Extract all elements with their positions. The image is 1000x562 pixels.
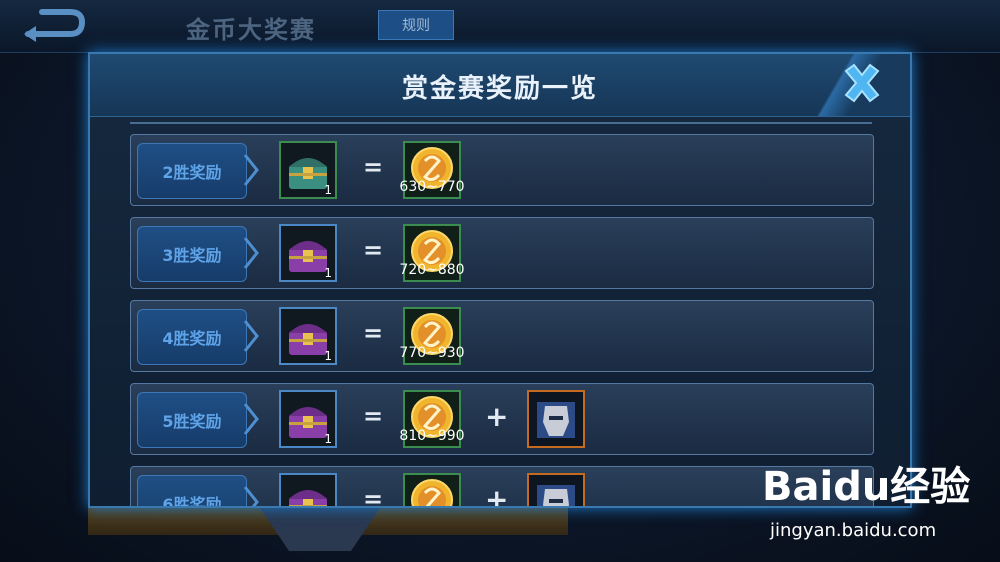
plus-sign: + <box>485 483 509 508</box>
page-title: 金币大奖赛 <box>186 16 316 44</box>
chest-quantity: 1 <box>324 432 332 446</box>
reward-tier-label: 2胜奖励 <box>137 143 247 199</box>
equals-sign: = <box>363 319 384 347</box>
coin-range: 770~930 <box>399 345 465 361</box>
reward-row: 5胜奖励 1 = 810~990 + <box>130 383 874 455</box>
reward-tier-label: 3胜奖励 <box>137 226 247 282</box>
equals-sign: = <box>363 236 384 264</box>
rules-button[interactable]: 规则 <box>378 10 454 40</box>
reward-tier-label: 5胜奖励 <box>137 392 247 448</box>
chest-quantity: 1 <box>324 349 332 363</box>
reward-row: 4胜奖励 1 = 770~930 <box>130 300 874 372</box>
background-tab <box>258 505 382 551</box>
top-bar: 金币大奖赛 规则 <box>0 0 1000 53</box>
watermark-logo: Baidu经验 <box>762 464 971 510</box>
close-x-icon <box>844 63 880 103</box>
reward-tier-label: 6胜奖励 <box>137 475 247 506</box>
chest-quantity: 1 <box>324 266 332 280</box>
treasure-chest-icon[interactable]: 1 <box>279 307 337 365</box>
plus-sign: + <box>485 400 509 433</box>
treasure-chest-icon[interactable]: 1 <box>279 141 337 199</box>
watermark: Baidu经验 jingyan.baidu.com <box>762 454 992 544</box>
helmet-puzzle-icon[interactable] <box>527 390 585 448</box>
coin-range: 630~770 <box>399 179 465 195</box>
chevron-right-icon <box>243 320 259 352</box>
treasure-chest-icon[interactable]: 1 <box>279 390 337 448</box>
chest-quantity: 1 <box>324 183 332 197</box>
back-button[interactable] <box>20 6 90 46</box>
dialog-header: 赏金赛奖励一览 <box>90 54 910 117</box>
equals-sign: = <box>363 485 384 508</box>
coin-range: 720~880 <box>399 262 465 278</box>
treasure-chest-icon[interactable] <box>279 473 337 506</box>
divider <box>130 122 872 124</box>
reward-tier-label: 4胜奖励 <box>137 309 247 365</box>
equals-sign: = <box>363 153 384 181</box>
gold-coin-icon[interactable] <box>403 473 461 506</box>
reward-row: 2胜奖励 1 = 630~770 <box>130 134 874 206</box>
reward-row: 3胜奖励 1 = 720~880 <box>130 217 874 289</box>
chevron-right-icon <box>243 154 259 186</box>
rewards-list: 2胜奖励 1 = 630~770 3胜奖励 1 = 720~880 4胜奖励 1 = 770~930 5… <box>130 134 874 508</box>
dialog-title: 赏金赛奖励一览 <box>401 74 598 104</box>
helmet-puzzle-icon[interactable] <box>527 473 585 506</box>
chevron-right-icon <box>243 486 259 506</box>
watermark-url: jingyan.baidu.com <box>770 520 937 541</box>
equals-sign: = <box>363 402 384 430</box>
close-button[interactable] <box>834 58 890 108</box>
treasure-chest-icon[interactable]: 1 <box>279 224 337 282</box>
back-arrow-icon <box>24 9 86 42</box>
coin-range: 810~990 <box>399 428 465 444</box>
rewards-dialog: 赏金赛奖励一览 2胜奖励 1 = 630~770 3胜奖励 1 = 720~880 4胜奖励 1 =… <box>88 52 912 508</box>
chevron-right-icon <box>243 403 259 435</box>
chevron-right-icon <box>243 237 259 269</box>
